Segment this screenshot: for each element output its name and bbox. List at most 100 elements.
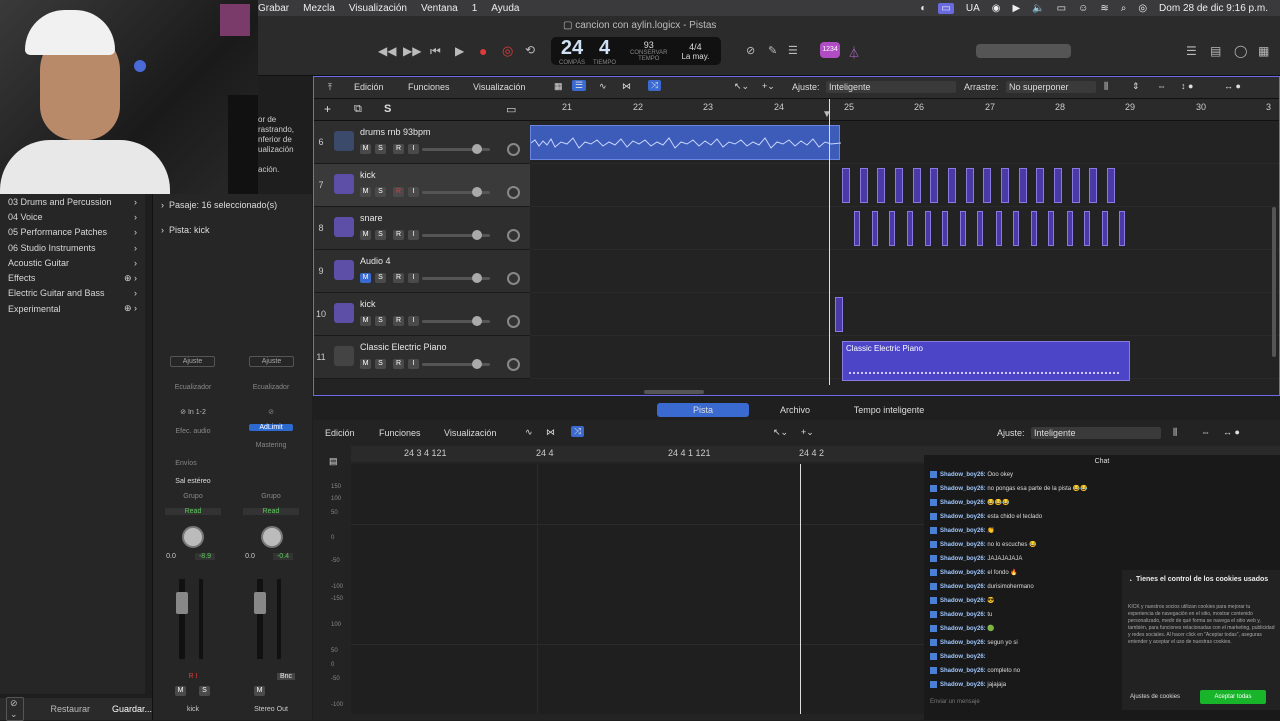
track-header[interactable]: 8 snare M S R I [314,207,530,250]
pointer-tool-icon[interactable]: ↖⌄ [773,427,788,438]
input-monitor-button[interactable]: I [408,273,419,283]
hit-region[interactable] [966,168,974,203]
input-monitor-button[interactable]: I [408,359,419,369]
library-item[interactable]: 04 Voice › [0,209,145,224]
hit-region[interactable] [860,168,868,203]
track-lane[interactable]: Classic Electric Piano [530,336,1279,381]
loops-icon[interactable]: ◯ [1234,44,1247,58]
pan-knob[interactable] [507,143,520,156]
hit-region[interactable] [913,168,921,203]
track-inspector[interactable]: › Pista: kick [161,225,210,235]
browser-icon[interactable]: ▦ [1258,44,1269,58]
cookie-settings-button[interactable]: Ajustes de cookies [1130,694,1180,700]
mute-button[interactable]: M [360,144,371,154]
hit-region[interactable] [842,168,850,203]
strip1-pan-knob[interactable] [182,526,204,548]
hit-region[interactable] [1067,211,1073,246]
strip2-setting-button[interactable]: Ajuste [249,356,294,367]
datetime[interactable]: Dom 28 de dic 9:16 p.m. [1159,3,1268,14]
drag-select[interactable]: No superponer [1006,81,1096,93]
strip1-input[interactable]: ⊘ In 1-2 [165,408,221,416]
mute-button[interactable]: M [360,187,371,197]
menu-1[interactable]: 1 [472,3,478,14]
strip2-automation[interactable]: Read [243,508,299,515]
strip1-output[interactable]: Sal estéreo [165,478,221,485]
solo-button[interactable]: S [375,230,386,240]
pan-knob[interactable] [507,358,520,371]
list-icon[interactable]: ☰ [788,44,798,57]
strip1-solo[interactable]: S [199,686,210,696]
track-name[interactable]: kick [360,299,376,309]
volume-handle[interactable] [472,144,482,154]
track-name[interactable]: Classic Electric Piano [360,342,447,352]
mute-button[interactable]: M [360,316,371,326]
track-lane[interactable] [530,293,1279,336]
input-monitor-button[interactable]: I [408,187,419,197]
solo-button[interactable]: S [375,359,386,369]
hit-region[interactable] [877,168,885,203]
play-icon[interactable]: ▶ [1012,3,1020,14]
battery-icon[interactable]: ▭ [1057,3,1066,14]
editor-snap-select[interactable]: Inteligente [1031,427,1161,439]
solo-button[interactable]: S [375,273,386,283]
hit-region[interactable] [1036,168,1044,203]
restore-button[interactable]: Restaurar [50,704,90,714]
volume-handle[interactable] [472,230,482,240]
track-lane[interactable] [530,121,1279,164]
input-monitor-button[interactable]: I [408,316,419,326]
flex-icon[interactable]: ⋈ [546,427,555,438]
marquee-tool-icon[interactable]: +⌄ [801,427,814,438]
tab-smart-tempo[interactable]: Tempo inteligente [843,403,935,417]
solo-button[interactable]: S [375,316,386,326]
hit-region[interactable] [854,211,860,246]
track-header[interactable]: 6 drums rnb 93bpm M S R I [314,121,530,164]
hit-region[interactable] [930,168,938,203]
track-lane[interactable] [530,164,1279,207]
track-name[interactable]: kick [360,170,376,180]
functions-menu[interactable]: Funciones [408,82,450,92]
menu-visualizacion[interactable]: Visualización [349,3,407,14]
menu-mezcla[interactable]: Mezcla [303,3,335,14]
track-name[interactable]: drums rnb 93bpm [360,127,431,137]
waveform-zoom-icon[interactable]: ⫼ [1104,81,1108,92]
horizontal-scrollbar[interactable] [644,390,704,394]
library-item[interactable]: Acoustic Guitar › [0,255,145,270]
volume-handle[interactable] [472,273,482,283]
volume-handle[interactable] [472,359,482,369]
solo-mode-icon[interactable]: S [384,103,391,115]
track-header[interactable]: 9 Audio 4 M S R I [314,250,530,293]
input-monitor-button[interactable]: I [408,144,419,154]
edit-menu[interactable]: Edición [354,82,384,92]
language-indicator[interactable]: UA [966,3,980,14]
track-lane[interactable] [530,250,1279,293]
strip1-eq[interactable]: Ecualizador [165,384,221,391]
duplicate-track-icon[interactable]: ⧉ [354,103,362,116]
strip1-fader[interactable] [176,592,188,614]
library-item[interactable]: Electric Guitar and Bass › [0,286,145,301]
wifi-icon[interactable]: ≋ [1100,3,1108,14]
vertical-scrollbar[interactable] [1272,207,1276,357]
hit-region[interactable] [1102,211,1108,246]
catch-icon[interactable]: ⤨ [571,426,585,437]
library-item[interactable]: Effects ⊕ › [0,270,145,285]
track-header[interactable]: 10 kick M S R I [314,293,530,336]
mute-button[interactable]: M [360,359,371,369]
zoom-slider-horizontal[interactable]: ↔ ● [1224,81,1241,91]
control-center-icon[interactable]: ◐ [920,3,926,14]
zoom-slider[interactable]: ↕ ● [1181,81,1193,91]
strip1-mute[interactable]: M [175,686,186,696]
midi-region[interactable]: Classic Electric Piano [842,341,1130,381]
list-view-icon[interactable]: ☰ [572,80,587,91]
strip2-fader[interactable] [254,592,266,614]
menu-grabar[interactable]: Grabar [258,3,289,14]
lcd-display[interactable]: 24 COMPÁS 4 TIEMPO 93 CONSERVAR TEMPO 4/… [551,37,721,66]
mute-button[interactable]: M [360,230,371,240]
options-dropdown-icon[interactable]: ⊘ ⌄ [6,697,25,721]
waveform-zoom-icon[interactable]: ⫼ [1173,427,1177,438]
strip2-mute[interactable]: M [254,686,265,696]
volume-icon[interactable]: 🔈 [1032,3,1044,14]
hit-region[interactable] [1119,211,1125,246]
snap-select[interactable]: Inteligente [826,81,956,93]
metronome-icon[interactable]: ⏃ [848,44,860,61]
record-status-icon[interactable]: ◉ [992,3,1001,14]
